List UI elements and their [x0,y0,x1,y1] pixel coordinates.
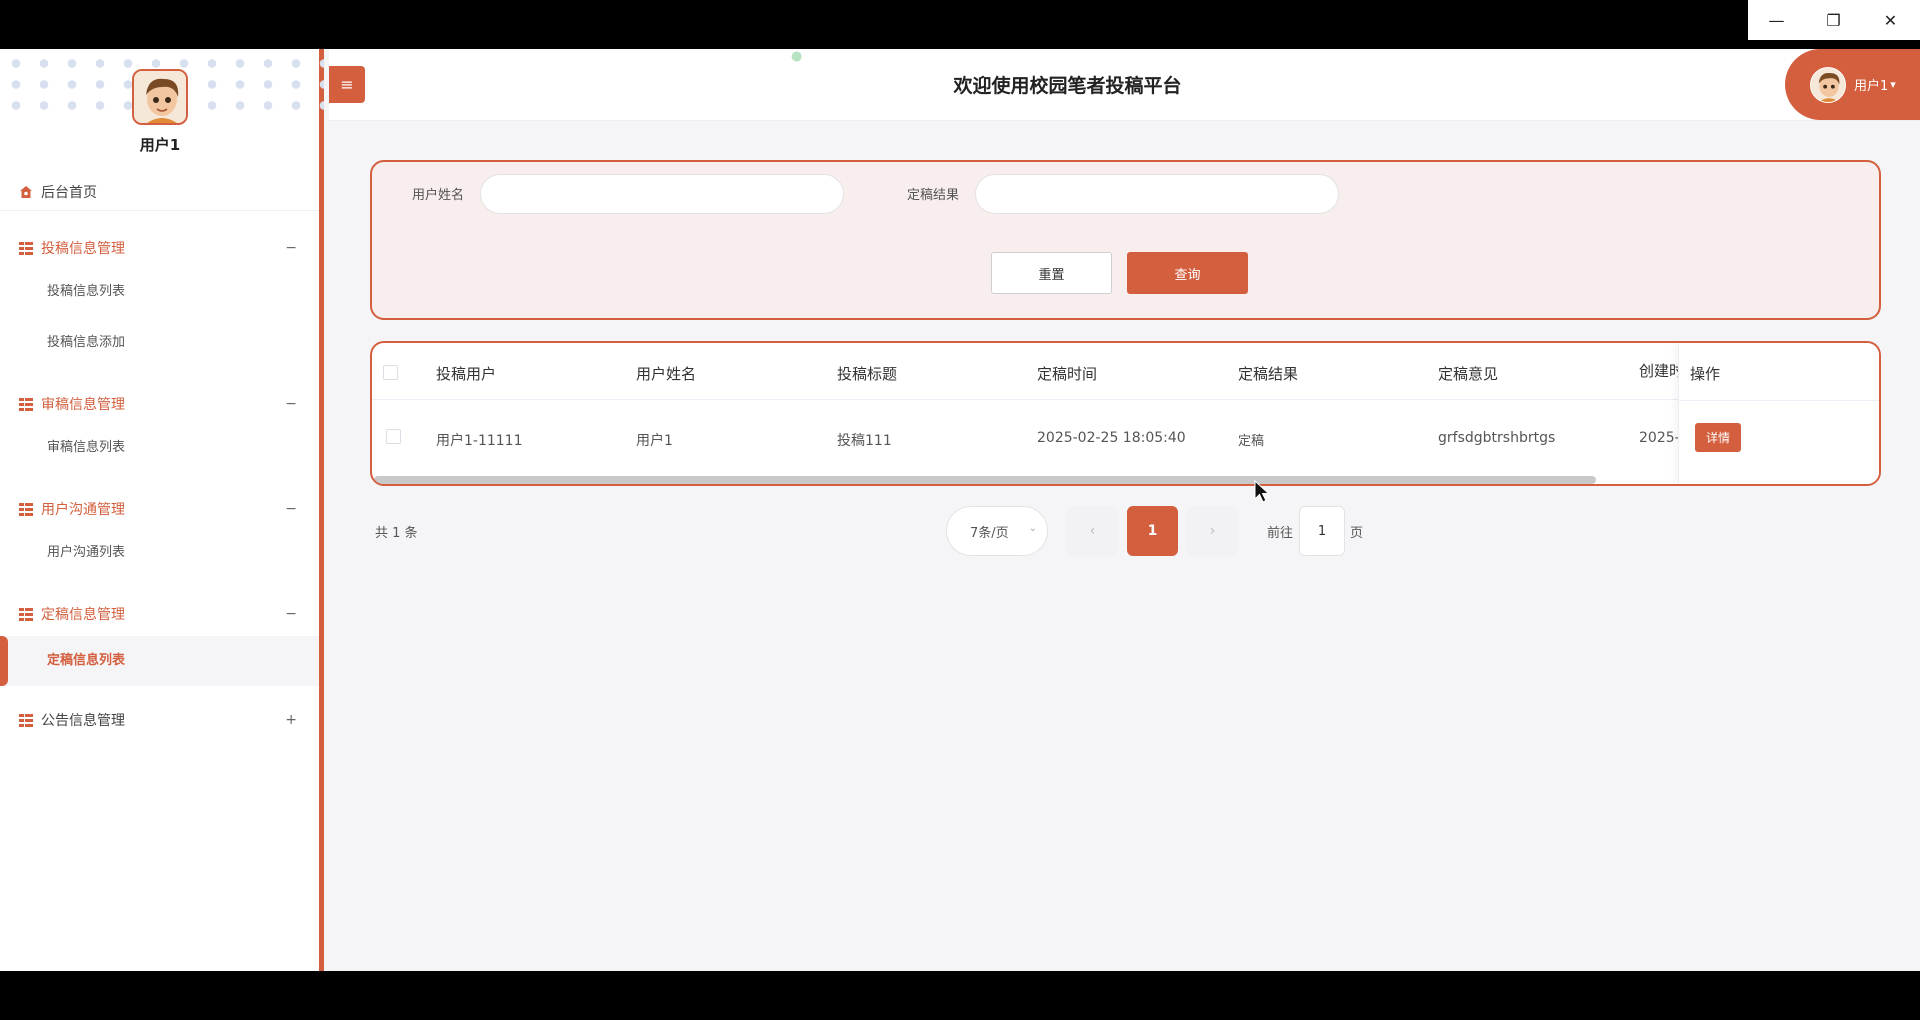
sidebar-group-submissions[interactable]: 投稿信息管理 − [0,231,319,265]
sidebar-username: 用户1 [139,136,181,154]
query-button[interactable]: 查询 [1127,252,1248,294]
column-header[interactable]: 用户姓名 [636,363,696,384]
collapse-icon[interactable]: − [285,606,297,622]
column-header[interactable]: 定稿意见 [1438,363,1498,384]
table-header: 投稿用户 用户姓名 投稿标题 定稿时间 定稿结果 定稿意见 创建时 [372,343,1879,400]
row-checkbox[interactable] [386,429,401,444]
prev-page-button[interactable]: ‹ [1067,506,1118,556]
select-all-checkbox[interactable] [383,365,398,380]
goto-label: 前往 [1267,526,1294,541]
cell-submit-user: 用户1-11111 [436,433,523,449]
sidebar-item-submission-list[interactable]: 投稿信息列表 [0,276,319,308]
grid-icon [19,241,33,255]
mouse-cursor-icon [1254,479,1270,503]
user-name-input[interactable] [480,174,844,214]
sidebar-item-review-list[interactable]: 审稿信息列表 [0,432,319,464]
sidebar-item-label: 后台首页 [41,185,97,201]
page-number-button[interactable]: 1 [1127,506,1178,556]
app-window: 用户1 后台首页 投稿信息管理 − 投稿信息列表 投稿信息添加 审稿信息管理 −… [0,49,1920,971]
detail-button[interactable]: 详情 [1695,423,1741,452]
sidebar-group-label: 投稿信息管理 [41,241,125,257]
sidebar-item-label: 定稿信息列表 [47,653,126,668]
grid-icon [19,607,33,621]
active-indicator [0,636,8,686]
sidebar-item-communication-list[interactable]: 用户沟通列表 [0,537,319,569]
column-header[interactable]: 投稿用户 [436,363,496,384]
sidebar-group-announcements[interactable]: 公告信息管理 + [0,703,319,737]
page-title: 欢迎使用校园笔者投稿平台 [953,75,1182,97]
total-count: 共 1 条 [375,526,418,541]
success-toast: ● [791,49,803,64]
column-header[interactable]: 投稿标题 [837,363,897,384]
grid-icon [19,713,33,727]
screen: — ❐ ✕ 用户1 后台首页 投稿信息管理 − 投稿信息列表 投稿信息添加 审稿… [0,0,1920,1020]
next-page-button[interactable]: › [1187,506,1238,556]
actions-column: 操作 详情 [1678,343,1879,484]
cell-user-name: 用户1 [636,433,673,449]
close-button[interactable]: ✕ [1862,0,1919,40]
sidebar-group-label: 定稿信息管理 [41,607,125,623]
column-header[interactable]: 定稿结果 [1238,363,1298,384]
collapse-icon[interactable]: − [285,396,297,412]
sidebar-item-final-list[interactable]: 定稿信息列表 [0,636,319,686]
search-panel: 用户姓名 定稿结果 重置 查询 [370,160,1881,320]
sidebar-group-label: 公告信息管理 [41,713,125,729]
cell-title: 投稿111 [837,433,892,449]
sidebar: 用户1 后台首页 投稿信息管理 − 投稿信息列表 投稿信息添加 审稿信息管理 −… [0,49,324,971]
goto-page-input[interactable]: 1 [1299,506,1345,556]
chevron-down-icon: ▾ [1890,78,1896,91]
avatar-cartoon-icon [1811,67,1845,102]
divider [0,210,319,211]
minimize-button[interactable]: — [1748,0,1805,40]
goto-suffix: 页 [1350,526,1364,541]
restore-button[interactable]: ❐ [1805,0,1862,40]
sidebar-group-final[interactable]: 定稿信息管理 − [0,597,319,631]
column-header: 操作 [1690,365,1721,383]
user-menu[interactable]: 用户1 ▾ [1785,49,1920,120]
expand-icon[interactable]: + [285,712,297,728]
user-menu-label: 用户1 [1854,79,1889,94]
sidebar-group-label: 用户沟通管理 [41,502,125,518]
cell-created: 2025- [1639,430,1680,446]
reset-button[interactable]: 重置 [991,252,1112,294]
cell-result: 定稿 [1238,434,1265,449]
data-table: 投稿用户 用户姓名 投稿标题 定稿时间 定稿结果 定稿意见 创建时 用户1-11… [370,341,1881,486]
sidebar-item-submission-add[interactable]: 投稿信息添加 [0,327,319,359]
window-controls: — ❐ ✕ [1748,0,1920,40]
sidebar-group-reviews[interactable]: 审稿信息管理 − [0,387,319,421]
grid-icon [19,397,33,411]
cell-opinion: grfsdgbtrshbrtgs [1438,430,1556,446]
divider [1679,400,1879,401]
column-header[interactable]: 定稿时间 [1037,363,1097,384]
page-size-select[interactable]: 7条/页 ⌄ [946,506,1048,556]
chevron-down-icon: ⌄ [1028,523,1037,534]
top-header: ≡ ● 欢迎使用校园笔者投稿平台 用户1 ▾ [329,49,1920,121]
home-icon [20,186,32,198]
avatar [132,69,188,125]
avatar-cartoon-icon [134,71,186,123]
avatar [1810,66,1846,103]
final-result-input[interactable] [975,174,1339,214]
final-result-label: 定稿结果 [907,188,960,203]
sidebar-group-label: 审稿信息管理 [41,397,125,413]
horizontal-scrollbar[interactable] [374,476,1596,484]
cell-final-time: 2025-02-25 18:05:40 [1037,430,1186,446]
collapse-icon[interactable]: − [285,240,297,256]
sidebar-group-communication[interactable]: 用户沟通管理 − [0,492,319,526]
collapse-icon[interactable]: − [285,501,297,517]
page-size-value: 7条/页 [970,525,1009,541]
grid-icon [19,502,33,516]
user-name-label: 用户姓名 [412,188,465,203]
sidebar-item-home[interactable]: 后台首页 [0,175,319,209]
